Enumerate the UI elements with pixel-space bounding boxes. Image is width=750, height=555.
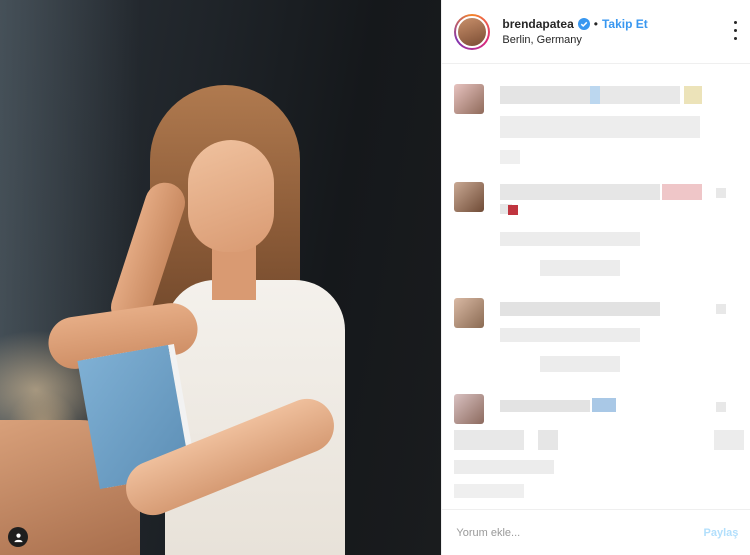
comment-text-blurred — [500, 184, 661, 200]
more-options-icon[interactable] — [728, 18, 742, 42]
comment-text-blurred — [714, 430, 745, 450]
share-button[interactable]: Paylaş — [704, 527, 739, 539]
comment-text-blurred — [500, 86, 591, 104]
instagram-post: brendapatea • Takip Et Berlin, Germany Y… — [0, 0, 750, 555]
comment-avatar[interactable] — [454, 394, 485, 424]
comment-emoji-blurred — [684, 86, 703, 104]
header-row: brendapatea • Takip Et — [502, 17, 647, 31]
user-silhouette-icon — [13, 533, 23, 542]
comment-meta-blurred — [540, 356, 621, 372]
comment-form: Paylaş — [442, 509, 750, 555]
comment-meta-blurred — [454, 460, 555, 474]
comment-meta-blurred — [500, 328, 641, 342]
comment-text-blurred — [454, 430, 525, 450]
comments-list — [442, 64, 750, 509]
comment-input[interactable] — [454, 525, 704, 540]
verified-badge-icon — [577, 18, 590, 30]
comment-meta-blurred — [500, 150, 521, 164]
comment-meta-blurred — [454, 484, 525, 498]
comment-meta-blurred — [500, 232, 641, 246]
comment-meta-blurred — [540, 260, 621, 276]
comment-text-blurred — [600, 86, 681, 104]
post-sidebar: brendapatea • Takip Et Berlin, Germany Y… — [441, 0, 750, 555]
comment-like-blurred[interactable] — [716, 304, 727, 314]
comment-text-blurred — [500, 302, 661, 316]
separator-dot: • — [593, 17, 598, 31]
comment-emoji-blurred — [662, 184, 703, 200]
comment-text-blurred — [500, 400, 591, 412]
comment-emoji-blurred — [508, 205, 519, 215]
comment-like-blurred[interactable] — [716, 402, 727, 412]
post-header: brendapatea • Takip Et Berlin, Germany — [442, 0, 750, 64]
user-tag-icon[interactable] — [8, 527, 28, 547]
comment-text-blurred — [500, 116, 701, 138]
comment-text-blurred — [538, 430, 559, 450]
comment-avatar[interactable] — [454, 182, 485, 212]
post-photo[interactable] — [0, 0, 442, 555]
comment-avatar[interactable] — [454, 298, 485, 328]
comment-emoji-blurred — [592, 398, 617, 412]
header-text: brendapatea • Takip Et Berlin, Germany — [502, 17, 647, 46]
avatar[interactable] — [454, 13, 491, 50]
comment-avatar[interactable] — [454, 84, 485, 114]
photo-face — [188, 140, 274, 252]
username-link[interactable]: brendapatea — [502, 17, 573, 31]
follow-button[interactable]: Takip Et — [602, 17, 648, 31]
location-link[interactable]: Berlin, Germany — [502, 34, 647, 46]
comment-emoji-blurred — [590, 86, 601, 104]
comment-like-blurred[interactable] — [716, 188, 727, 198]
avatar-image — [456, 15, 489, 48]
